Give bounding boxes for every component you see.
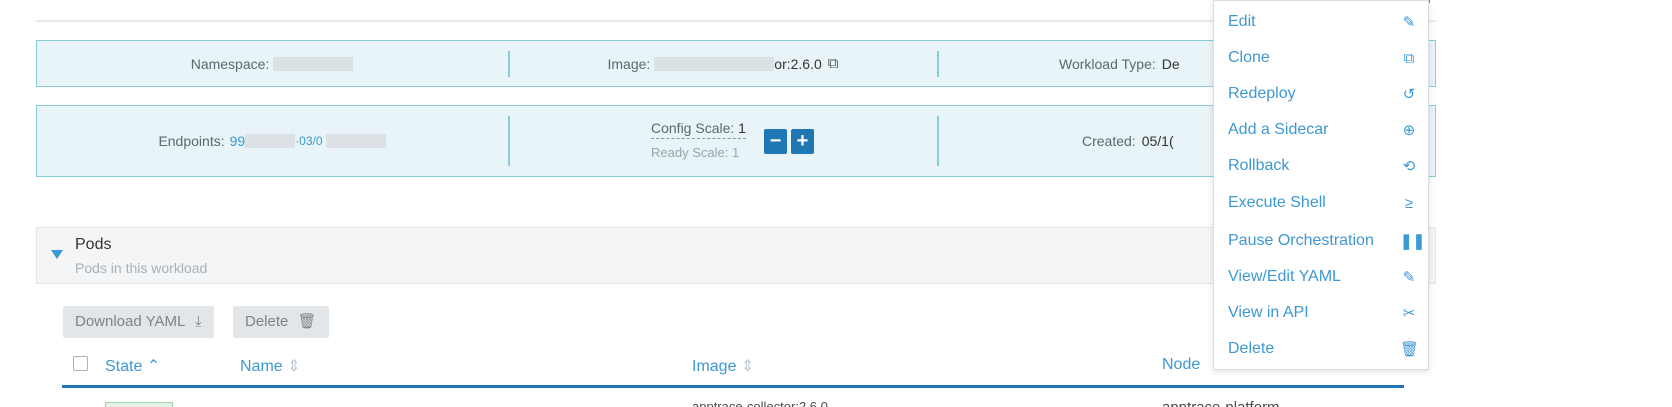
menu-item-rollback[interactable]: Rollback ⟲ <box>1228 151 1418 181</box>
trash-icon: 🗑 <box>1400 341 1420 358</box>
ready-scale-label: Ready Scale: <box>651 145 729 160</box>
name-header-label: Name <box>240 358 283 375</box>
menu-item-redeploy[interactable]: Redeploy ↺ <box>1228 79 1418 109</box>
workload-type-cell: Workload Type: De <box>939 41 1249 86</box>
menu-item-view-in-api[interactable]: View in API ✂ <box>1228 298 1418 328</box>
state-header-label: State <box>105 358 143 375</box>
image-value-redacted <box>654 56 775 71</box>
redeploy-icon: ↺ <box>1402 86 1416 103</box>
menu-item-label: Add a Sidecar <box>1228 121 1329 138</box>
collapse-triangle-icon[interactable] <box>51 250 63 259</box>
menu-item-label: Redeploy <box>1228 85 1296 102</box>
download-icon: ⤓ <box>194 313 202 330</box>
pause-icon: ❚❚ <box>1400 233 1426 250</box>
image-value: or:2.6.0 <box>774 55 822 72</box>
endpoints-cell: Endpoints: 99 ·03/0 <box>37 106 507 176</box>
sort-asc-icon: ⌃ <box>146 358 161 375</box>
endpoints-label: Endpoints: <box>158 133 225 149</box>
menu-item-label: Execute Shell <box>1228 194 1326 211</box>
endpoints-value-redacted <box>245 134 296 148</box>
menu-item-label: Pause Orchestration <box>1228 232 1374 249</box>
menu-item-edit[interactable]: Edit ✎ <box>1228 7 1418 37</box>
menu-item-view-edit-yaml[interactable]: View/Edit YAML ✎ <box>1228 262 1418 292</box>
menu-item-clone[interactable]: Clone ⧉ <box>1228 43 1418 73</box>
menu-item-delete[interactable]: Delete 🗑 <box>1228 334 1420 364</box>
endpoints-value-tail[interactable]: ·03/0 <box>295 134 322 148</box>
menu-item-add-sidecar[interactable]: Add a Sidecar ⊕ <box>1228 115 1418 145</box>
node-header-label: Node <box>1162 356 1201 373</box>
column-header-node[interactable]: Node <box>1162 356 1200 374</box>
row-node-link[interactable]: apptrace-platform <box>1162 399 1280 407</box>
clone-icon: ⧉ <box>1403 49 1415 67</box>
sort-icon: ⇕ <box>287 358 301 375</box>
divider <box>508 116 510 166</box>
state-badge <box>105 402 173 407</box>
ready-scale-value: 1 <box>731 145 740 160</box>
menu-item-pause-orchestration[interactable]: Pause Orchestration ❚❚ <box>1228 226 1426 256</box>
config-scale: Config Scale: 1 <box>651 120 746 139</box>
sort-icon: ⇕ <box>740 358 755 375</box>
scale-down-button[interactable]: − <box>764 129 787 154</box>
column-header-image[interactable]: Image ⇕ <box>692 356 754 376</box>
pods-title: Pods <box>75 236 112 253</box>
created-cell: Created: 05/1( <box>939 106 1249 176</box>
created-label: Created: <box>1082 133 1136 149</box>
workload-type-value: De <box>1161 55 1180 72</box>
menu-item-label: View/Edit YAML <box>1228 268 1341 285</box>
menu-item-label: Delete <box>1228 340 1275 357</box>
actions-dropdown-menu: Edit ✎ Clone ⧉ Redeploy ↺ Add a Sidecar ⊕ Ro… <box>1213 0 1429 370</box>
download-yaml-label: Download YAML <box>75 313 185 330</box>
menu-item-execute-shell[interactable]: Execute Shell ≥ <box>1228 188 1418 218</box>
namespace-value-redacted <box>273 56 354 71</box>
pencil-icon: ✎ <box>1402 14 1416 31</box>
scale-up-button[interactable]: + <box>791 129 814 154</box>
column-header-state[interactable]: State ⌃ <box>105 356 160 376</box>
menu-item-label: Rollback <box>1228 157 1290 174</box>
config-scale-label: Config Scale: <box>651 120 735 136</box>
column-header-name[interactable]: Name ⇕ <box>240 356 301 376</box>
endpoints-value-redacted <box>325 134 386 148</box>
image-label: Image: <box>607 55 651 72</box>
trash-icon: 🗑 <box>297 313 317 330</box>
created-value: 05/1( <box>1141 133 1174 149</box>
namespace-label: Namespace: <box>190 55 270 72</box>
delete-label: Delete <box>245 313 289 330</box>
pencil-icon: ✎ <box>1402 269 1416 286</box>
row-image: apptrace-collector:2.6.0 <box>692 399 828 407</box>
download-yaml-button[interactable]: Download YAML ⤓ <box>63 306 214 338</box>
menu-item-label: View in API <box>1228 304 1309 321</box>
image-cell: Image: or:2.6.0 ⧉ <box>509 41 937 86</box>
endpoints-value[interactable]: 99 <box>230 133 246 149</box>
shell-icon: ≥ <box>1404 194 1414 212</box>
plus-circle-icon: ⊕ <box>1402 122 1416 139</box>
select-all-checkbox[interactable] <box>73 356 88 371</box>
history-icon: ⟲ <box>1402 158 1416 175</box>
menu-item-label: Clone <box>1228 49 1270 66</box>
pods-subtitle: Pods in this workload <box>75 260 208 276</box>
workload-type-label: Workload Type: <box>1059 55 1156 72</box>
copy-icon[interactable]: ⧉ <box>828 55 839 72</box>
config-scale-value: 1 <box>738 120 746 136</box>
namespace-cell: Namespace: <box>37 41 507 86</box>
scale-info: Config Scale: 1 Ready Scale: 1 <box>651 120 746 160</box>
image-header-label: Image <box>692 358 737 375</box>
menu-item-label: Edit <box>1228 13 1256 30</box>
ready-scale: Ready Scale: 1 <box>651 145 746 160</box>
delete-pods-button[interactable]: Delete 🗑 <box>233 306 329 338</box>
table-header-underline <box>62 385 1404 388</box>
api-icon: ✂ <box>1402 305 1416 322</box>
